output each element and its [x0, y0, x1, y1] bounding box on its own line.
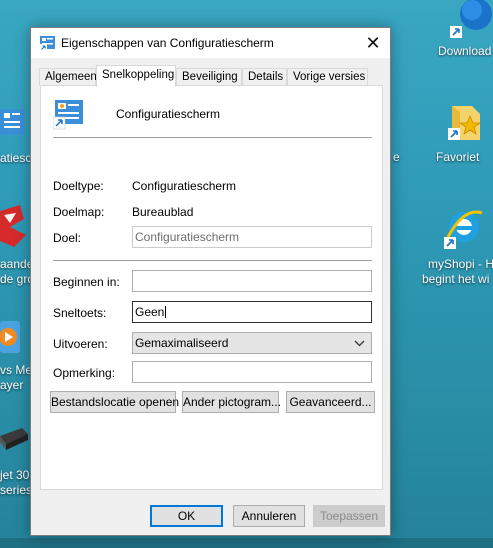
desktop-stray-e: e [393, 150, 400, 165]
button-label: Annuleren [241, 509, 297, 523]
button-label: Geavanceerd... [289, 395, 372, 409]
run-select[interactable]: Gemaximaliseerd [132, 332, 372, 354]
control-panel-shortcut-icon [53, 100, 83, 130]
properties-dialog: Eigenschappen van Configuratiescherm ✕ A… [30, 27, 391, 536]
ok-button[interactable]: OK [150, 505, 223, 527]
desktop-icon-printer[interactable]: jet 30 series [0, 420, 34, 502]
text-caret [165, 306, 167, 318]
title-bar[interactable]: Eigenschappen van Configuratiescherm ✕ [31, 28, 390, 58]
desktop-icon-app-red[interactable]: aande de gro [0, 205, 34, 287]
separator [53, 260, 372, 261]
chevron-down-icon [354, 340, 365, 347]
desktop-icon-media-player[interactable]: vs Me ayer [0, 315, 33, 395]
shortcut-key-field[interactable]: Geen [132, 301, 372, 323]
control-panel-icon [0, 109, 24, 135]
desktop-icon-label-line2: ayer [0, 378, 24, 392]
target-type-value: Configuratiescherm [132, 179, 237, 193]
comment-label: Opmerking: [53, 366, 116, 380]
target-label: Doel: [53, 231, 82, 245]
folder-star-icon [448, 106, 482, 140]
tab-label: Algemeen [45, 71, 97, 83]
tab-label: Snelkoppeling [102, 69, 175, 81]
desktop-icon-control-panel[interactable]: atiesc [0, 105, 32, 165]
desktop-icon-downloads[interactable]: Download [436, 0, 493, 60]
desktop-icon-label-line2: series [0, 483, 33, 497]
shortcut-key-value: Geen [135, 305, 165, 319]
tab-label: Vorige versies [293, 71, 366, 83]
target-type-label: Doeltype: [53, 179, 104, 193]
tab-vorige-versies[interactable]: Vorige versies [287, 68, 368, 86]
comment-field[interactable] [132, 361, 372, 383]
internet-explorer-icon [444, 210, 483, 249]
desktop-icon-label: myShopi - H [428, 257, 493, 271]
tab-label: Details [248, 71, 284, 83]
button-label: Toepassen [319, 509, 379, 523]
desktop-icon-label: Favoriet [436, 150, 480, 164]
target-location-value: Bureaublad [132, 205, 194, 219]
open-file-location-button[interactable]: Bestandslocatie openen [50, 391, 180, 413]
tab-algemeen[interactable]: Algemeen [39, 68, 97, 86]
desktop-icon-label: e [393, 150, 400, 164]
start-in-field[interactable] [132, 270, 372, 292]
desktop-icon-label: jet 30 [0, 468, 30, 482]
button-label: Ander pictogram... [183, 395, 282, 409]
button-label: OK [177, 509, 196, 523]
run-label: Uitvoeren: [53, 337, 108, 351]
desktop-icon-label: aande [0, 257, 34, 271]
close-icon: ✕ [365, 32, 381, 53]
start-in-label: Beginnen in: [53, 275, 120, 289]
media-player-icon [0, 321, 20, 353]
desktop-icon-label: Download [438, 44, 492, 58]
shortcut-tab-panel: Configuratiescherm Doeltype: Configurati… [40, 85, 383, 490]
desktop-icon-myshopi[interactable]: myShopi - H begint het wi [420, 205, 493, 290]
cancel-button[interactable]: Annuleren [233, 505, 305, 527]
target-location-label: Doelmap: [53, 205, 105, 219]
advanced-button[interactable]: Geavanceerd... [286, 391, 375, 413]
button-label: Bestandslocatie openen [51, 395, 180, 409]
separator [53, 137, 372, 138]
change-icon-button[interactable]: Ander pictogram... [182, 391, 282, 413]
taskbar-edge [0, 538, 493, 548]
control-panel-small-icon [40, 36, 55, 51]
tab-label: Beveiliging [182, 71, 238, 83]
target-field-value: Configuratiescherm [135, 230, 240, 244]
tab-snelkoppeling[interactable]: Snelkoppeling [96, 65, 176, 87]
desktop-icon-favorites[interactable]: Favoriet [432, 100, 493, 170]
apply-button[interactable]: Toepassen [313, 505, 385, 527]
red-app-icon [0, 205, 26, 247]
desktop-icon-label-line2: de gro [0, 272, 35, 286]
downloads-icon [450, 0, 492, 38]
tab-details[interactable]: Details [242, 68, 287, 86]
desktop-icon-label: atiesc [0, 151, 32, 165]
shortcut-key-label: Sneltoets: [53, 306, 107, 320]
desktop-icon-label-line2: begint het wi [422, 272, 490, 286]
run-selected-value: Gemaximaliseerd [135, 336, 229, 350]
close-button[interactable]: ✕ [356, 28, 390, 58]
desktop-icon-label: vs Me [0, 363, 33, 377]
printer-icon [0, 428, 28, 450]
tab-beveiliging[interactable]: Beveiliging [176, 68, 242, 86]
target-field: Configuratiescherm [132, 226, 372, 248]
shortcut-name: Configuratiescherm [116, 107, 221, 121]
window-title: Eigenschappen van Configuratiescherm [61, 36, 274, 50]
